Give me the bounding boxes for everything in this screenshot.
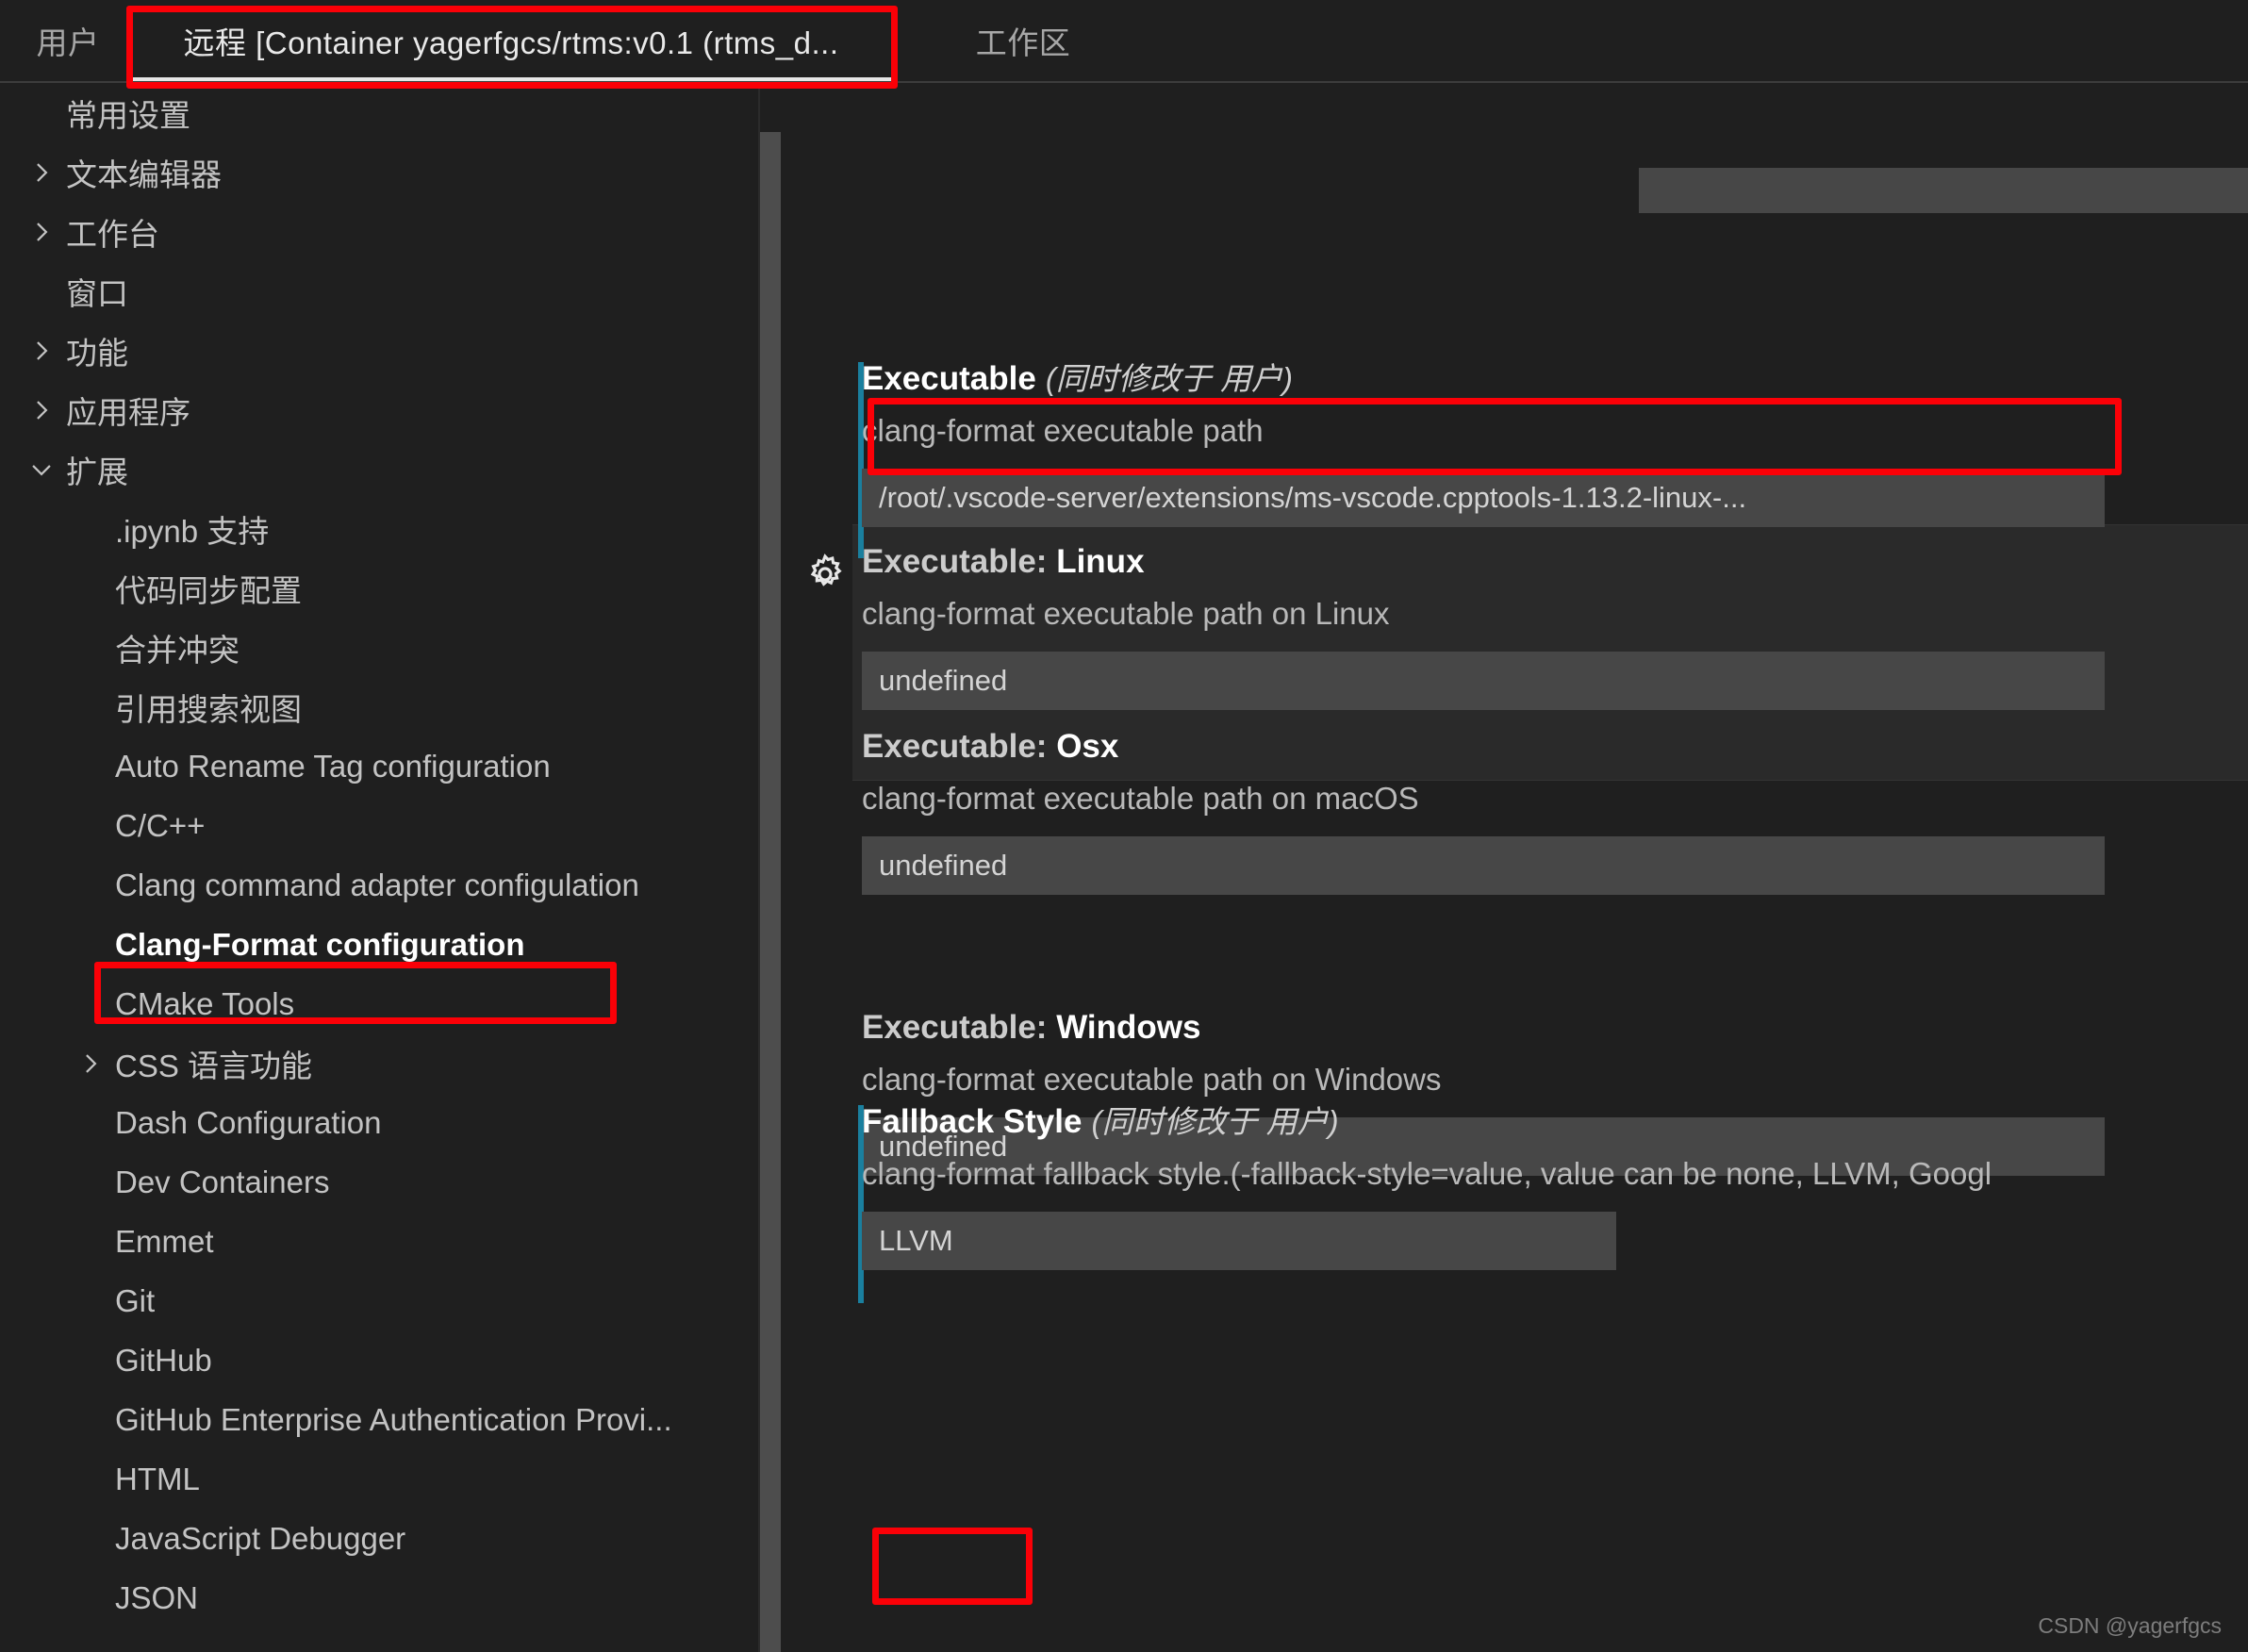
sidebar-item-18[interactable]: Dev Containers <box>0 1152 760 1212</box>
tab-workspace[interactable]: 工作区 <box>934 0 1113 81</box>
sidebar-item-13[interactable]: Clang command adapter configulation <box>0 855 760 915</box>
sidebar-item-label: Auto Rename Tag configuration <box>115 748 551 784</box>
setting-executable-windows-title-prefix: Executable: <box>862 1009 1057 1046</box>
sidebar-item-label: C/C++ <box>115 807 206 843</box>
partial-setting-input-above[interactable] <box>1639 168 2248 213</box>
setting-executable-windows-title: Executable: Windows <box>862 1011 2248 1044</box>
settings-panel-scrollbar[interactable] <box>760 132 781 1652</box>
chevron-right-icon[interactable] <box>17 220 66 244</box>
setting-executable-osx: Executable: Osx clang-format executable … <box>760 730 2248 896</box>
sidebar-item-label: CSS 语言功能 <box>115 1048 313 1083</box>
sidebar-item-6[interactable]: 扩展 <box>0 439 760 499</box>
sidebar-item-10[interactable]: 引用搜索视图 <box>0 677 760 736</box>
setting-executable-osx-title-suffix: Osx <box>1056 728 1119 765</box>
sidebar-item-label: Emmet <box>115 1223 214 1259</box>
setting-fallback-style-title-text: Fallback Style <box>862 1103 1083 1140</box>
setting-executable-osx-title: Executable: Osx <box>862 730 2248 763</box>
sidebar-item-label: GitHub Enterprise Authentication Provi..… <box>115 1401 672 1437</box>
setting-executable-linux-input[interactable]: undefined <box>862 652 2105 711</box>
sidebar-item-20[interactable]: Git <box>0 1271 760 1330</box>
sidebar-item-0[interactable]: 常用设置 <box>0 83 760 142</box>
setting-executable-title-text: Executable <box>862 360 1036 397</box>
tab-remote-label: 远程 [Container yagerfgcs/rtms:v0.1 (rtms_… <box>183 25 839 60</box>
sidebar-item-2[interactable]: 工作台 <box>0 202 760 261</box>
setting-executable-title: Executable (同时修改于 用户) <box>862 362 2248 395</box>
setting-fallback-style-description: clang-format fallback style.(-fallback-s… <box>862 1156 1992 1191</box>
setting-fallback-style: Fallback Style (同时修改于 用户) clang-format fa… <box>760 1105 2248 1303</box>
setting-executable-linux-description: clang-format executable path on Linux <box>862 596 1390 631</box>
settings-list-panel: Executable (同时修改于 用户) clang-format execut… <box>760 83 2248 1652</box>
sidebar-item-12[interactable]: C/C++ <box>0 796 760 855</box>
setting-executable-osx-description: clang-format executable path on macOS <box>862 781 1419 816</box>
sidebar-item-1[interactable]: 文本编辑器 <box>0 142 760 202</box>
sidebar-item-label: 代码同步配置 <box>115 572 302 608</box>
setting-fallback-style-title: Fallback Style (同时修改于 用户) <box>862 1105 2248 1138</box>
setting-executable-modified-note: (同时修改于 用户) <box>1045 361 1293 396</box>
sidebar-item-22[interactable]: GitHub Enterprise Authentication Provi..… <box>0 1390 760 1449</box>
sidebar-item-label: 常用设置 <box>66 97 190 133</box>
chevron-right-icon[interactable] <box>66 1051 115 1076</box>
sidebar-item-label: CMake Tools <box>115 985 295 1021</box>
sidebar-item-4[interactable]: 功能 <box>0 321 760 380</box>
sidebar-item-16[interactable]: CSS 语言功能 <box>0 1033 760 1093</box>
sidebar-item-15[interactable]: CMake Tools <box>0 974 760 1033</box>
watermark: CSDN @yagerfgcs <box>2038 1613 2222 1638</box>
setting-executable-linux-title: Executable: Linux <box>862 545 2248 578</box>
setting-executable-input[interactable]: /root/.vscode-server/extensions/ms-vscod… <box>862 469 2105 528</box>
setting-executable-linux-title-prefix: Executable: <box>862 543 1057 580</box>
sidebar-item-5[interactable]: 应用程序 <box>0 380 760 439</box>
sidebar-item-label: 引用搜索视图 <box>115 691 302 727</box>
sidebar-item-label: 文本编辑器 <box>66 157 222 192</box>
sidebar-item-14[interactable]: Clang-Format configuration <box>0 915 760 974</box>
sidebar-item-label: Clang-Format configuration <box>115 926 525 962</box>
settings-scope-tabbar: 用户 远程 [Container yagerfgcs/rtms:v0.1 (rt… <box>0 0 2248 83</box>
sidebar-item-19[interactable]: Emmet <box>0 1212 760 1271</box>
sidebar-item-9[interactable]: 合并冲突 <box>0 618 760 677</box>
sidebar-item-17[interactable]: Dash Configuration <box>0 1093 760 1152</box>
setting-executable-osx-title-prefix: Executable: <box>862 728 1057 765</box>
sidebar-item-label: 合并冲突 <box>115 632 240 668</box>
settings-tree-sidebar[interactable]: 常用设置文本编辑器工作台窗口功能应用程序扩展 .ipynb 支持 代码同步配置 合并冲… <box>0 83 760 1652</box>
sidebar-item-label: .ipynb 支持 <box>115 513 270 549</box>
sidebar-item-label: HTML <box>115 1461 200 1496</box>
sidebar-item-24[interactable]: JavaScript Debugger <box>0 1509 760 1568</box>
sidebar-item-label: JSON <box>115 1579 199 1615</box>
setting-executable-linux-title-suffix: Linux <box>1056 543 1145 580</box>
setting-executable-windows-description: clang-format executable path on Windows <box>862 1062 1442 1097</box>
chevron-right-icon[interactable] <box>17 398 66 422</box>
setting-executable: Executable (同时修改于 用户) clang-format execut… <box>760 362 2248 558</box>
setting-executable-osx-input[interactable]: undefined <box>862 836 2105 896</box>
tab-user[interactable]: 用户 <box>8 0 128 81</box>
setting-executable-linux: Executable: Linux clang-format executabl… <box>760 545 2248 711</box>
tab-user-label: 用户 <box>36 25 100 60</box>
sidebar-item-label: 扩展 <box>66 454 128 489</box>
setting-executable-description: clang-format executable path <box>862 413 1264 448</box>
vscode-settings-window: 用户 远程 [Container yagerfgcs/rtms:v0.1 (rt… <box>0 0 2248 1652</box>
sidebar-item-label: 应用程序 <box>66 394 190 430</box>
sidebar-item-11[interactable]: Auto Rename Tag configuration <box>0 736 760 796</box>
tab-remote[interactable]: 远程 [Container yagerfgcs/rtms:v0.1 (rtms_… <box>128 0 894 81</box>
chevron-right-icon[interactable] <box>17 160 66 185</box>
chevron-down-icon[interactable] <box>17 457 66 482</box>
setting-fallback-style-input[interactable]: LLVM <box>862 1212 1616 1271</box>
sidebar-item-23[interactable]: HTML <box>0 1449 760 1509</box>
sidebar-item-8[interactable]: 代码同步配置 <box>0 558 760 618</box>
sidebar-item-25[interactable]: JSON <box>0 1568 760 1627</box>
sidebar-item-label: Git <box>115 1282 156 1318</box>
setting-executable-windows-title-suffix: Windows <box>1056 1009 1201 1046</box>
sidebar-item-21[interactable]: GitHub <box>0 1330 760 1390</box>
sidebar-item-label: 功能 <box>66 335 128 371</box>
sidebar-item-3[interactable]: 窗口 <box>0 261 760 321</box>
setting-fallback-style-modified-note: (同时修改于 用户) <box>1091 1104 1339 1139</box>
sidebar-item-label: 工作台 <box>66 216 159 252</box>
tab-workspace-label: 工作区 <box>975 25 1071 60</box>
chevron-right-icon[interactable] <box>17 339 66 363</box>
sidebar-item-label: Dev Containers <box>115 1164 330 1199</box>
sidebar-item-label: 窗口 <box>66 275 128 311</box>
sidebar-item-7[interactable]: .ipynb 支持 <box>0 499 760 558</box>
sidebar-item-label: GitHub <box>115 1342 212 1378</box>
sidebar-item-label: Dash Configuration <box>115 1104 382 1140</box>
sidebar-item-label: JavaScript Debugger <box>115 1520 406 1556</box>
sidebar-item-label: Clang command adapter configulation <box>115 867 639 902</box>
